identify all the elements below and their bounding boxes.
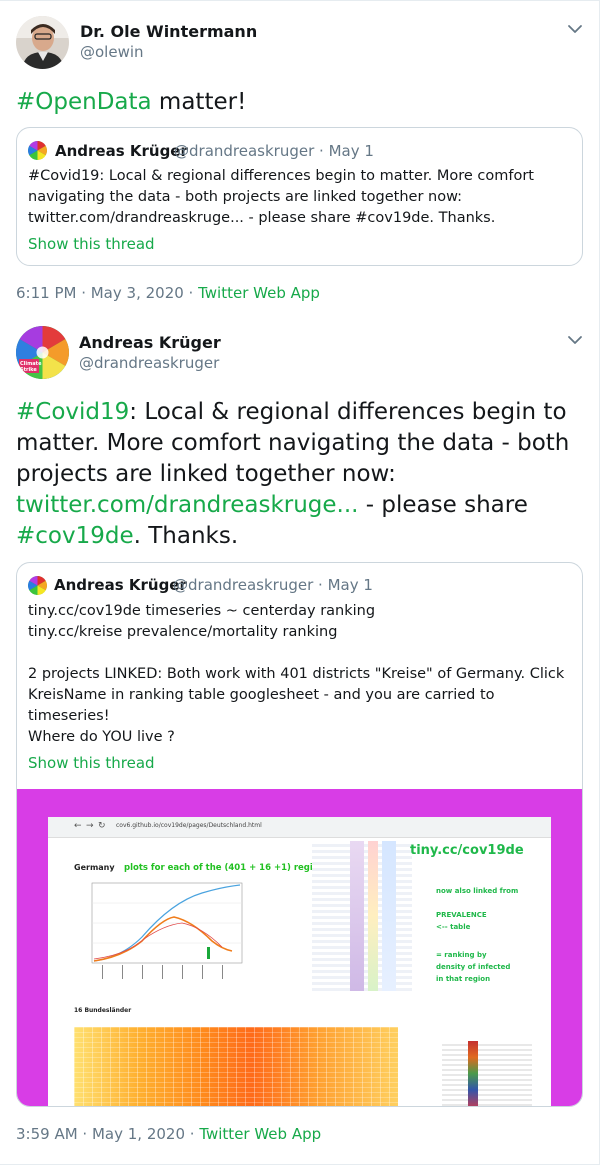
tweet-timestamp: 3:59 AM · May 1, 2020 · Twitter Web App (16, 1125, 321, 1143)
image-note-6: in that region (436, 975, 491, 983)
author-handle[interactable]: @drandreaskruger (79, 354, 219, 372)
quoted-handle-date: @drandreaskruger · May 1 (174, 142, 374, 160)
separator: · (183, 284, 199, 302)
quoted-avatar (28, 141, 47, 160)
tweet-text-part: - please share (358, 492, 528, 518)
browser-bar: ← → ↻ cov6.github.io/cov19de/pages/Deuts… (48, 817, 551, 838)
image-note-2: PREVALENCE (436, 911, 487, 919)
url-link[interactable]: twitter.com/drandreaskruge... (16, 492, 358, 518)
attached-image[interactable]: ← → ↻ cov6.github.io/cov19de/pages/Deuts… (17, 789, 582, 1106)
forward-arrow-icon: → (86, 821, 94, 831)
quoted-line-4: Where do YOU live ? (28, 729, 175, 745)
show-thread-link[interactable]: Show this thread (28, 754, 155, 772)
separator: · (185, 1125, 200, 1143)
image-country-title: Germany (74, 863, 115, 872)
mini-chart (91, 882, 243, 979)
quoted-line-1: tiny.cc/cov19de timeseries ~ centerday r… (28, 603, 376, 619)
show-thread-link[interactable]: Show this thread (28, 235, 155, 253)
quoted-handle-date: @drandreaskruger · May 1 (173, 576, 373, 594)
back-arrow-icon: ← (74, 821, 82, 831)
author-handle[interactable]: @olewin (80, 43, 144, 61)
hashtag-link[interactable]: #OpenData (16, 89, 152, 115)
image-brand-text: tiny.cc/cov19de (410, 843, 524, 858)
legend-table (442, 1041, 532, 1106)
author-name[interactable]: Dr. Ole Wintermann (80, 22, 257, 41)
tweet-text: #OpenData matter! (16, 87, 586, 117)
tweet-timestamp: 6:11 PM · May 3, 2020 · Twitter Web App (16, 284, 320, 302)
quoted-author-name: Andreas Krüger (54, 576, 187, 594)
hashtag-cov19de[interactable]: #cov19de (16, 523, 134, 549)
quoted-line-2: tiny.cc/kreise prevalence/mortality rank… (28, 624, 338, 640)
image-note-3: <-- table (436, 923, 471, 931)
timestamp-text[interactable]: 3:59 AM · May 1, 2020 (16, 1125, 185, 1143)
tweet-text: #Covid19: Local & regional differences b… (16, 397, 586, 552)
tweet-text-part: . Thanks. (133, 523, 239, 549)
tweet-ole-wintermann[interactable]: Dr. Ole Wintermann @olewin #OpenData mat… (0, 0, 600, 315)
image-note-4: = ranking by (436, 951, 487, 959)
source-app-link[interactable]: Twitter Web App (199, 1125, 321, 1143)
browser-url: cov6.github.io/cov19de/pages/Deutschland… (116, 822, 262, 829)
image-plots-title: plots for each of the (401 + 16 +1) regi… (124, 863, 330, 873)
quoted-tweet[interactable]: Andreas Krüger @drandreaskruger · May 1 … (16, 562, 583, 1107)
quoted-avatar (28, 576, 47, 595)
quoted-text: #Covid19: Local & regional differences b… (28, 168, 534, 226)
timestamp-text[interactable]: 6:11 PM · May 3, 2020 (16, 284, 184, 302)
avatar-badge-text: Climate Strike (20, 361, 42, 373)
chevron-down-icon[interactable] (567, 332, 583, 348)
source-app-link[interactable]: Twitter Web App (198, 284, 320, 302)
reload-icon: ↻ (98, 821, 106, 831)
image-note-1: now also linked from (436, 887, 519, 895)
quoted-tweet[interactable]: Andreas Krüger @drandreaskruger · May 1 … (16, 127, 583, 266)
tweet-text-rest: matter! (151, 89, 247, 115)
image-note-5: density of infected (436, 963, 511, 971)
quoted-line-3: 2 projects LINKED: Both work with 401 di… (28, 666, 565, 724)
author-name[interactable]: Andreas Krüger (79, 333, 221, 352)
hashtag-covid19[interactable]: #Covid19 (16, 399, 129, 425)
quoted-author-name: Andreas Krüger (55, 142, 188, 160)
prevalence-table (312, 841, 412, 991)
heatmap (74, 1027, 398, 1106)
avatar[interactable] (16, 16, 69, 69)
chevron-down-icon[interactable] (567, 21, 583, 37)
tweet-andreas-krueger[interactable]: Climate Strike Andreas Krüger @drandreas… (0, 314, 600, 1165)
avatar[interactable]: Climate Strike (16, 326, 69, 379)
image-screenshot: ← → ↻ cov6.github.io/cov19de/pages/Deuts… (48, 817, 551, 1106)
image-section-title: 16 Bundesländer (74, 1007, 132, 1014)
